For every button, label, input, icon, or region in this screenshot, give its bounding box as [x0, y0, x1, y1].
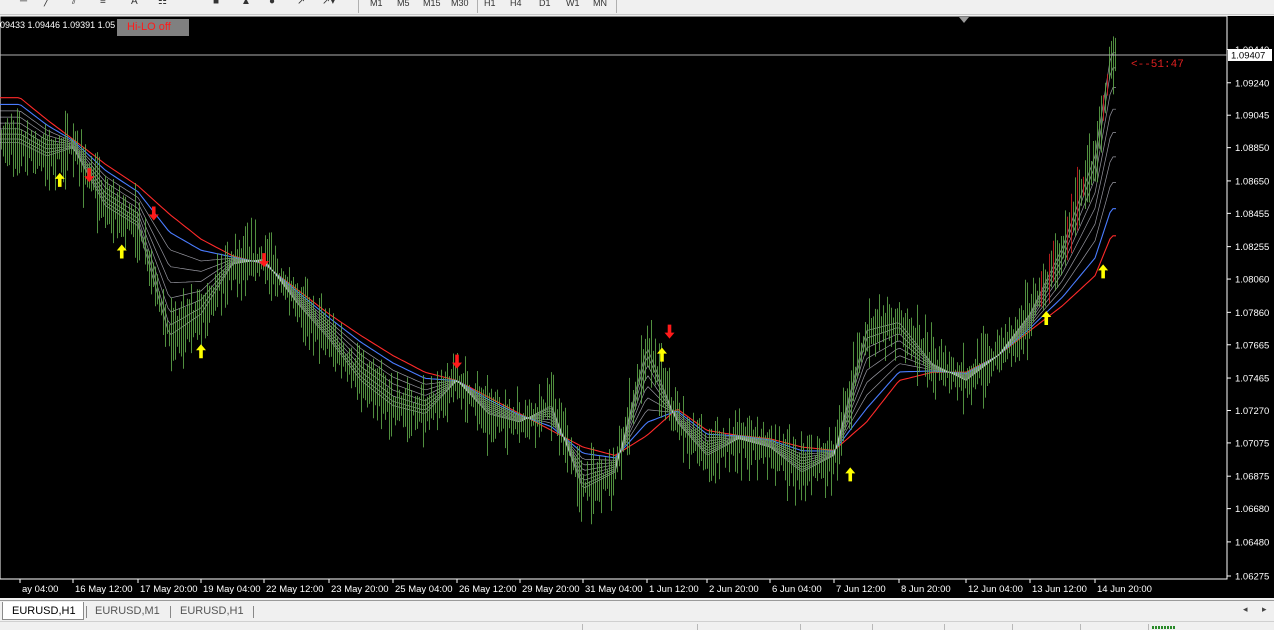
price-tick-label: 1.07075	[1235, 438, 1269, 449]
tab-separator	[86, 606, 87, 618]
hilo-button[interactable]: Hi-LO off	[117, 19, 189, 36]
time-tick-label: 6 Jun 04:00	[772, 584, 822, 595]
status-separator	[697, 624, 698, 630]
price-chart[interactable]: 1.094401.092401.090451.088501.086501.084…	[0, 16, 1274, 598]
text-tool-icon[interactable]: A	[131, 0, 138, 8]
arrow-tool-icon[interactable]: ↗	[297, 0, 305, 8]
time-tick-label: 1 Jun 12:00	[649, 584, 699, 595]
horizontal-line-icon[interactable]: ─	[20, 0, 27, 8]
trendline-icon[interactable]: ╱	[44, 0, 50, 8]
chart-tabs: EURUSD,H1 EURUSD,M1 EURUSD,H1 ◂ ▸	[0, 600, 1274, 622]
price-tick-label: 1.06480	[1235, 537, 1269, 548]
ellipse-icon[interactable]: ●	[269, 0, 275, 8]
bar-countdown: <--51:47	[1131, 59, 1184, 71]
time-tick-label: 13 Jun 12:00	[1032, 584, 1087, 595]
price-tick-label: 1.07665	[1235, 340, 1269, 351]
time-tick-label: 8 Jun 20:00	[901, 584, 951, 595]
more-tools-icon[interactable]: ↗▾	[322, 0, 335, 8]
toolbar-separator	[358, 0, 359, 13]
time-tick-label: 31 May 04:00	[585, 584, 643, 595]
timeframe-mn[interactable]: MN	[593, 0, 607, 9]
status-separator	[944, 624, 945, 630]
timeframe-h1[interactable]: H1	[484, 0, 496, 9]
toolbar-separator	[477, 0, 478, 13]
tab-eurusd-h1[interactable]: EURUSD,H1	[2, 602, 84, 620]
price-tick-label: 1.07270	[1235, 406, 1269, 417]
price-tick-label: 1.09240	[1235, 78, 1269, 89]
status-separator	[872, 624, 873, 630]
status-separator	[1012, 624, 1013, 630]
price-tick-label: 1.06875	[1235, 472, 1269, 483]
time-tick-label: 26 May 12:00	[459, 584, 517, 595]
price-tick-label: 1.08850	[1235, 143, 1269, 154]
ohlc-header: 09433 1.09446 1.09391 1.05	[0, 20, 116, 30]
chart-canvas[interactable]: 1.094401.092401.090451.088501.086501.084…	[0, 16, 1274, 598]
time-tick-label: 29 May 20:00	[522, 584, 580, 595]
time-tick-label: 25 May 04:00	[395, 584, 453, 595]
channel-icon[interactable]: ⫽	[72, 0, 76, 8]
tab-separator	[170, 606, 171, 618]
time-tick-label: 19 May 04:00	[203, 584, 261, 595]
price-tick-label: 1.08255	[1235, 242, 1269, 253]
time-tick-label: 22 May 12:00	[266, 584, 324, 595]
status-separator	[1148, 624, 1149, 630]
tab-eurusd-h1-2[interactable]: EURUSD,H1	[180, 602, 244, 620]
time-tick-label: 14 Jun 20:00	[1097, 584, 1152, 595]
timeframe-m5[interactable]: M5	[397, 0, 410, 9]
timeframe-m1[interactable]: M1	[370, 0, 383, 9]
toolbar: ─ ╱ ⫽ ≡ A ☷ ■ ▲ ● ↗ ↗▾ M1 M5 M15 M30 H1 …	[0, 0, 1274, 15]
status-separator	[800, 624, 801, 630]
label-tool-icon[interactable]: ☷	[158, 0, 167, 8]
time-tick-label: ay 04:00	[22, 584, 58, 595]
timeframe-h4[interactable]: H4	[510, 0, 522, 9]
price-tick-label: 1.07860	[1235, 308, 1269, 319]
time-tick-label: 16 May 12:00	[75, 584, 133, 595]
status-separator	[1080, 624, 1081, 630]
tab-separator	[253, 606, 254, 618]
time-tick-label: 17 May 20:00	[140, 584, 198, 595]
price-tick-label: 1.08060	[1235, 275, 1269, 286]
price-tick-label: 1.06275	[1235, 572, 1269, 583]
rectangle-icon[interactable]: ■	[213, 0, 219, 8]
time-tick-label: 12 Jun 04:00	[968, 584, 1023, 595]
time-tick-label: 2 Jun 20:00	[709, 584, 759, 595]
tab-eurusd-m1[interactable]: EURUSD,M1	[95, 602, 160, 620]
timeframe-m30[interactable]: M30	[451, 0, 469, 9]
price-tick-label: 1.06680	[1235, 504, 1269, 515]
toolbar-separator	[616, 0, 617, 13]
time-tick-label: 23 May 20:00	[331, 584, 389, 595]
timeframe-d1[interactable]: D1	[539, 0, 551, 9]
price-tick-label: 1.08455	[1235, 209, 1269, 220]
tab-scroll-left-icon[interactable]: ◂	[1243, 604, 1248, 615]
current-price-label: 1.09407	[1231, 50, 1265, 61]
triangle-icon[interactable]: ▲	[241, 0, 251, 8]
timeframe-w1[interactable]: W1	[566, 0, 580, 9]
price-tick-label: 1.08650	[1235, 176, 1269, 187]
fibonacci-icon[interactable]: ≡	[100, 0, 106, 8]
price-tick-label: 1.09045	[1235, 111, 1269, 122]
timeframe-m15[interactable]: M15	[423, 0, 441, 9]
price-tick-label: 1.07465	[1235, 374, 1269, 385]
status-separator	[582, 624, 583, 630]
time-tick-label: 7 Jun 12:00	[836, 584, 886, 595]
tab-scroll-right-icon[interactable]: ▸	[1262, 604, 1267, 615]
